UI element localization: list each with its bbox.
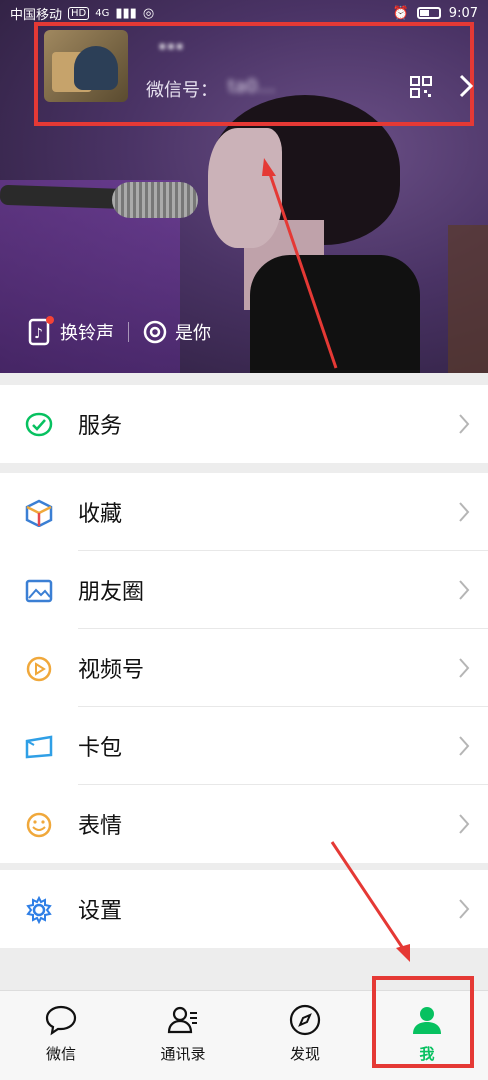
tab-label-discover: 发现 bbox=[289, 1045, 320, 1063]
time-label: 9:07 bbox=[448, 5, 478, 21]
menu-item-moments[interactable]: 朋友圈 bbox=[0, 551, 488, 629]
alarm-icon: ⏰ bbox=[392, 5, 409, 21]
menu-item-cards[interactable]: 卡包 bbox=[0, 707, 488, 785]
svg-text:♪: ♪ bbox=[34, 326, 43, 342]
menu-label-service: 服务 bbox=[78, 414, 123, 439]
chevron-right-icon bbox=[459, 899, 470, 919]
change-ringtone-button[interactable]: ♪ 换铃声 bbox=[28, 316, 114, 346]
highlight-box-me bbox=[372, 976, 474, 1068]
menu-label-stickers: 表情 bbox=[78, 814, 123, 839]
carrier-label: 中国移动 bbox=[10, 7, 63, 23]
wechat-id-label: 微信号： bbox=[146, 80, 218, 101]
notification-dot bbox=[46, 316, 54, 324]
change-ringtone-label: 换铃声 bbox=[60, 323, 114, 344]
hotspot-icon: ◎ bbox=[142, 5, 155, 21]
hd-badge: HD bbox=[68, 6, 90, 20]
chevron-right-icon bbox=[459, 414, 470, 434]
battery-icon bbox=[416, 7, 441, 19]
compass-icon bbox=[289, 1004, 321, 1036]
menu-label-favorites: 收藏 bbox=[78, 502, 123, 527]
singer-face bbox=[208, 128, 282, 248]
ringtone-row: ♪ 换铃声 是你 bbox=[28, 316, 211, 346]
singer-dress bbox=[250, 255, 420, 373]
menu-item-stickers[interactable]: 表情 bbox=[0, 785, 488, 863]
song-label: 是你 bbox=[175, 323, 211, 344]
tab-discover[interactable]: 发现 bbox=[244, 991, 366, 1080]
menu-label-moments: 朋友圈 bbox=[78, 580, 145, 605]
service-icon bbox=[25, 412, 53, 437]
contacts-icon bbox=[167, 1006, 197, 1034]
avatar[interactable] bbox=[44, 30, 128, 102]
ringtone-icon: ♪ bbox=[28, 316, 54, 346]
chevron-right-icon[interactable] bbox=[456, 72, 476, 100]
tab-contacts[interactable]: 通讯录 bbox=[122, 991, 244, 1080]
signal-icon: ▮▮▮ bbox=[115, 5, 137, 21]
card-icon bbox=[25, 735, 53, 759]
smile-icon bbox=[26, 812, 52, 838]
menu-label-channels: 视频号 bbox=[78, 658, 145, 683]
qr-code-icon[interactable] bbox=[410, 76, 432, 98]
nickname: … bbox=[158, 26, 186, 56]
chat-bubble-icon bbox=[45, 1005, 77, 1036]
profile-header: 中国移动 HD 4G ▮▮▮ ◎ ⏰ 9:07 … 微信号： ta0… ♪ 换铃… bbox=[0, 0, 488, 373]
profile-card[interactable]: … 微信号： ta0… bbox=[34, 22, 474, 126]
menu-label-settings: 设置 bbox=[78, 899, 123, 924]
tab-label-contacts: 通讯录 bbox=[160, 1045, 206, 1063]
cube-icon bbox=[25, 499, 53, 527]
play-circle-icon bbox=[26, 656, 52, 682]
menu-item-channels[interactable]: 视频号 bbox=[0, 629, 488, 707]
chevron-right-icon bbox=[459, 580, 470, 600]
divider bbox=[128, 322, 129, 342]
guitar-background bbox=[448, 225, 488, 373]
music-disc-icon bbox=[143, 320, 167, 344]
microphone bbox=[112, 182, 198, 218]
avatar-person bbox=[74, 46, 118, 90]
wechat-id-value: ta0… bbox=[228, 76, 276, 97]
menu-item-service[interactable]: 服务 bbox=[0, 385, 488, 463]
menu-group-main: 收藏 朋友圈 视频号 卡包 表情 bbox=[0, 473, 488, 863]
menu-item-settings[interactable]: 设置 bbox=[0, 870, 488, 948]
menu-label-cards: 卡包 bbox=[78, 736, 123, 761]
network-label: 4G bbox=[95, 7, 110, 19]
tab-label-chats: 微信 bbox=[45, 1045, 76, 1063]
current-song[interactable]: 是你 bbox=[143, 319, 211, 345]
chevron-right-icon bbox=[459, 736, 470, 756]
photo-icon bbox=[25, 579, 53, 603]
menu-item-favorites[interactable]: 收藏 bbox=[0, 473, 488, 551]
menu-group-settings: 设置 bbox=[0, 870, 488, 948]
menu-group-service: 服务 bbox=[0, 385, 488, 463]
chevron-right-icon bbox=[459, 658, 470, 678]
chevron-right-icon bbox=[459, 814, 470, 834]
chevron-right-icon bbox=[459, 502, 470, 522]
tab-chats[interactable]: 微信 bbox=[0, 991, 122, 1080]
gear-icon bbox=[26, 896, 52, 924]
